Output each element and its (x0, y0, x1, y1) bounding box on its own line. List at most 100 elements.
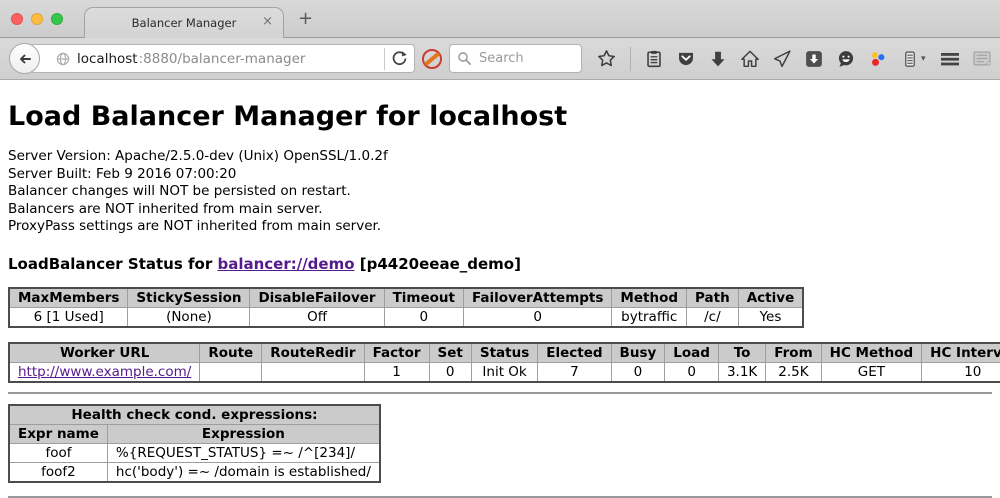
balancer-header-row: MaxMembers StickySession DisableFailover… (9, 288, 803, 308)
col-hc-method: HC Method (821, 343, 922, 363)
toolbar-icons: ▾ (597, 47, 992, 71)
window-minimize-button[interactable] (31, 13, 43, 25)
cell-method: bytraffic (612, 307, 687, 327)
search-input[interactable] (477, 50, 569, 67)
col-timeout: Timeout (384, 288, 463, 308)
health-data-row: foof2 hc('body') =~ /domain is establish… (9, 462, 380, 482)
server-built-line: Server Built: Feb 9 2016 07:00:20 (8, 166, 992, 184)
col-expr-name: Expr name (9, 424, 107, 443)
keyboard-extension-button[interactable] (973, 50, 992, 67)
col-hc-interval: HC Interval (922, 343, 1000, 363)
keyboard-grid-icon (973, 50, 992, 67)
globe-icon (55, 51, 71, 67)
cell-status: Init Ok (471, 362, 537, 382)
download-box-icon (805, 50, 823, 68)
reload-button[interactable] (391, 50, 408, 67)
send-tab-button[interactable] (773, 50, 791, 68)
persist-note-line: Balancer changes will NOT be persisted o… (8, 183, 992, 201)
window-zoom-button[interactable] (51, 13, 63, 25)
window-close-button[interactable] (11, 13, 23, 25)
pocket-button[interactable] (677, 50, 695, 68)
home-icon (741, 50, 759, 68)
col-elected: Elected (538, 343, 611, 363)
col-expression: Expression (107, 424, 380, 443)
col-stickysession: StickySession (128, 288, 250, 308)
clipboard-icon (645, 50, 663, 68)
col-path: Path (687, 288, 739, 308)
url-host: localhost (77, 51, 138, 67)
worker-data-row: http://www.example.com/ 1 0 Init Ok 7 0 … (9, 362, 1000, 382)
status-suffix: [p4420eeae_demo] (355, 255, 521, 273)
cell-worker-url: http://www.example.com/ (9, 362, 200, 382)
cell-to: 3.1K (718, 362, 765, 382)
window-controls (11, 13, 63, 25)
colored-dots-icon (869, 50, 887, 68)
proxypass-note-line: ProxyPass settings are NOT inherited fro… (8, 218, 992, 236)
hamburger-menu-button[interactable] (940, 51, 960, 67)
urlbar-divider (384, 48, 385, 70)
back-button[interactable] (9, 43, 40, 74)
col-set: Set (429, 343, 471, 363)
cell-load: 0 (665, 362, 719, 382)
balancer-settings-table: MaxMembers StickySession DisableFailover… (8, 287, 804, 328)
battery-extension-button[interactable]: ▾ (901, 50, 926, 68)
col-active: Active (738, 288, 803, 308)
col-busy: Busy (611, 343, 665, 363)
cell-expr-name-foof: foof (9, 443, 107, 462)
tab-balancer-manager[interactable]: Balancer Manager × (84, 7, 284, 38)
tab-close-icon[interactable]: × (262, 15, 273, 28)
pocket-icon (677, 50, 695, 68)
content-blocker-button[interactable] (422, 49, 442, 69)
cell-route (200, 362, 262, 382)
new-tab-button[interactable]: + (298, 8, 313, 29)
balancer-data-row: 6 [1 Used] (None) Off 0 0 bytraffic /c/ … (9, 307, 803, 327)
col-failoverattempts: FailoverAttempts (464, 288, 612, 308)
star-icon (597, 49, 616, 68)
worker-status-table: Worker URL Route RouteRedir Factor Set S… (8, 342, 1000, 383)
tab-title: Balancer Manager (132, 16, 237, 30)
worker-header-row: Worker URL Route RouteRedir Factor Set S… (9, 343, 1000, 363)
health-data-row: foof %{REQUEST_STATUS} =~ /^[234]/ (9, 443, 380, 462)
cell-busy: 0 (611, 362, 665, 382)
health-title-row: Health check cond. expressions: (9, 405, 380, 425)
health-check-table: Health check cond. expressions: Expr nam… (8, 404, 381, 483)
cell-path: /c/ (687, 307, 739, 327)
page-title: Load Balancer Manager for localhost (8, 101, 992, 132)
loadbalancer-status-heading: LoadBalancer Status for balancer://demo … (8, 255, 992, 273)
search-icon (457, 51, 472, 66)
url-path: :8880/balancer-manager (139, 51, 306, 67)
search-bar[interactable] (449, 44, 582, 73)
col-disablefailover: DisableFailover (250, 288, 384, 308)
cell-hc-interval: 10 (922, 362, 1000, 382)
menu-group (940, 50, 992, 67)
cell-set: 0 (429, 362, 471, 382)
downloads-button[interactable] (709, 50, 727, 68)
download-helper-button[interactable] (805, 50, 823, 68)
caret-down-icon: ▾ (921, 54, 926, 64)
back-arrow-icon (17, 51, 33, 67)
section-divider (8, 392, 992, 394)
cell-active: Yes (738, 307, 803, 327)
col-to: To (718, 343, 765, 363)
forum-extension-button[interactable] (837, 50, 855, 68)
cell-from: 2.5K (766, 362, 821, 382)
balancer-demo-link[interactable]: balancer://demo (217, 255, 354, 273)
cell-routeredir (262, 362, 364, 382)
cell-expression-foof2: hc('body') =~ /domain is established/ (107, 462, 380, 482)
bookmark-star-button[interactable] (597, 49, 616, 68)
col-worker-url: Worker URL (9, 343, 200, 363)
worker-url-link[interactable]: http://www.example.com/ (18, 364, 191, 380)
col-method: Method (612, 288, 687, 308)
reading-list-button[interactable] (645, 50, 663, 68)
cell-expr-name-foof2: foof2 (9, 462, 107, 482)
colored-dots-extension-button[interactable] (869, 50, 887, 68)
cell-disablefailover: Off (250, 307, 384, 327)
bottom-divider (8, 496, 992, 498)
toolbar-divider (630, 47, 631, 71)
cell-stickysession: (None) (128, 307, 250, 327)
status-prefix: LoadBalancer Status for (8, 255, 217, 273)
url-bar[interactable]: localhost:8880/balancer-manager (30, 44, 415, 73)
home-button[interactable] (741, 50, 759, 68)
cell-timeout: 0 (384, 307, 463, 327)
hamburger-icon (940, 51, 960, 67)
